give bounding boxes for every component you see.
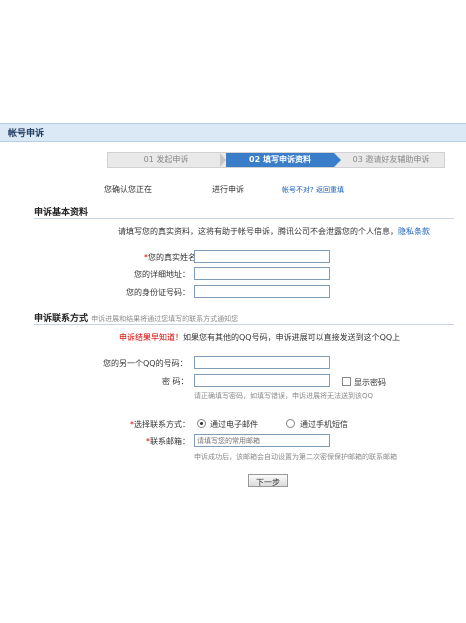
basic-intro: 请填写您的真实资料，这将有助于帐号申诉，腾讯公司不会泄露您的个人信息，隐私条款 — [118, 226, 430, 237]
divider — [34, 218, 454, 219]
step-2-active: 02 填写申诉资料 — [226, 153, 341, 167]
show-password-label: 显示密码 — [354, 378, 386, 387]
return-refill-link[interactable]: 帐号不对? 返回重填 — [282, 185, 344, 195]
page-title: 帐号申诉 — [8, 129, 45, 139]
basic-section-title: 申诉基本资料 — [34, 208, 89, 218]
sms-radio-label: 通过手机短信 — [300, 420, 348, 429]
show-password-checkbox[interactable] — [342, 377, 351, 386]
sms-radio[interactable] — [286, 419, 295, 428]
other-qq-label: 您的另一个QQ的号码： — [103, 359, 188, 368]
email-input[interactable] — [194, 434, 330, 447]
contact-title-text: 申诉联系方式 — [34, 314, 89, 324]
contact-method-label-text: 选择联系方式： — [134, 420, 190, 429]
address-input[interactable] — [194, 267, 330, 280]
other-qq-input[interactable] — [194, 356, 330, 369]
contact-title-note: 申诉进展和结果将通过您填写的联系方式通知您 — [91, 315, 239, 323]
email-label: *联系邮箱： — [146, 436, 190, 447]
other-qq-tip: 申诉结果早知道！如果您有其他的QQ号码，申诉进展可以直接发送到这个QQ上 — [119, 332, 400, 343]
password-label: 密 码： — [162, 377, 189, 386]
basic-intro-text: 请填写您的真实资料，这将有助于帐号申诉，腾讯公司不会泄露您的个人信息， — [118, 227, 398, 236]
privacy-link[interactable]: 隐私条款 — [398, 227, 430, 236]
divider — [34, 324, 454, 325]
confirm-label: 您确认您正在 — [104, 185, 152, 194]
header-bar — [0, 123, 466, 142]
email-hint: 申诉成功后，该邮箱会自动设置为第二次密保保护邮箱的联系邮箱 — [194, 453, 397, 461]
confirm-action: 进行申诉 — [212, 185, 244, 194]
password-input[interactable] — [194, 374, 330, 387]
contact-method-label: *选择联系方式： — [130, 419, 190, 430]
id-number-label: 您的身份证号码： — [126, 288, 190, 297]
tip-highlight: 申诉结果早知道！ — [119, 333, 183, 342]
next-button[interactable]: 下一步 — [248, 474, 288, 487]
tip-text: 如果您有其他的QQ号码，申诉进展可以直接发送到这个QQ上 — [183, 333, 401, 342]
id-number-input[interactable] — [194, 285, 330, 298]
step-3: 03 邀请好友辅助申诉 — [352, 155, 430, 164]
step-1: 01 发起申诉 — [143, 155, 189, 164]
email-radio[interactable] — [197, 419, 206, 428]
real-name-input[interactable] — [194, 250, 330, 263]
contact-section-title: 申诉联系方式 申诉进展和结果将通过您填写的联系方式通知您 — [34, 311, 238, 324]
email-radio-label: 通过电子邮件 — [210, 420, 258, 429]
password-hint: 请正确填写密码，如填写错误，申诉进展将无法送到该QQ — [194, 392, 374, 400]
email-label-text: 联系邮箱： — [150, 437, 190, 446]
address-label: 您的详细地址： — [134, 270, 190, 279]
step-progress: 01 发起申诉 02 填写申诉资料 03 邀请好友辅助申诉 — [107, 152, 445, 168]
